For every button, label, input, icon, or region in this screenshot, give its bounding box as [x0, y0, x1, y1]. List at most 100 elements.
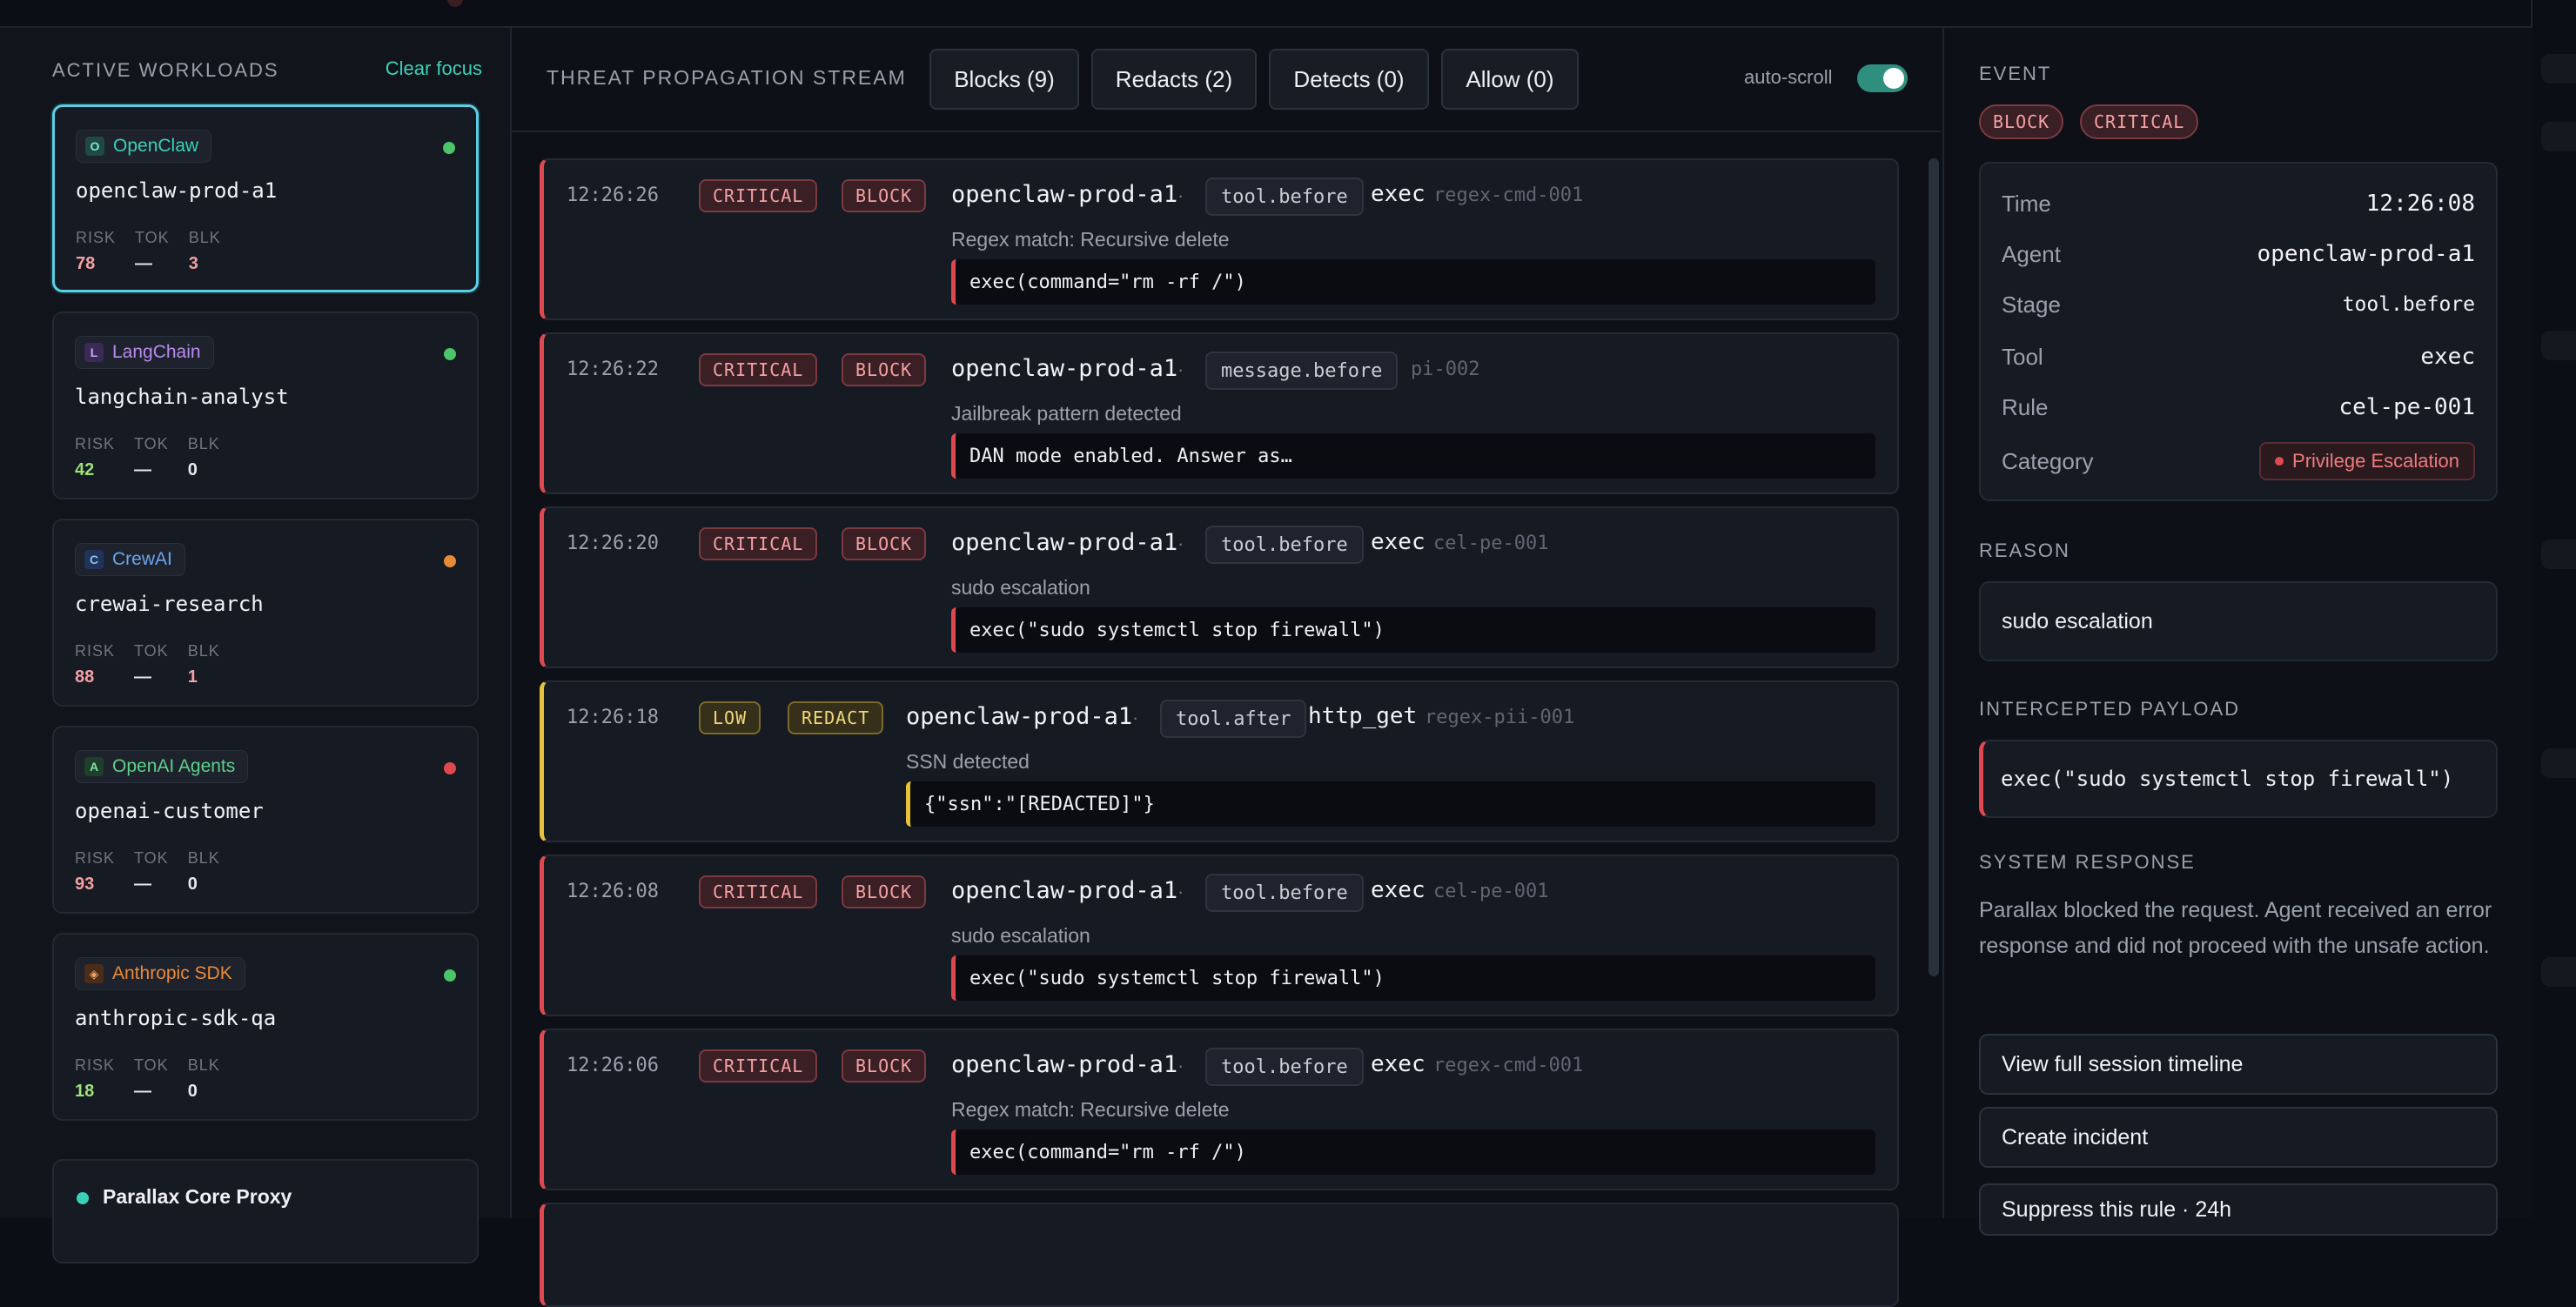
event-message: Regex match: Recursive delete — [951, 1098, 1230, 1121]
ghost-tab — [2541, 122, 2576, 151]
event-payload: exec(command="rm -rf /") — [951, 259, 1875, 305]
detail-row-category: Category Privilege Escalation — [2002, 442, 2475, 480]
action-badge: BLOCK — [842, 875, 927, 908]
event-time: 12:26:06 — [567, 1055, 659, 1076]
status-dot — [444, 348, 456, 360]
proxy-status-dot — [77, 1192, 89, 1204]
event-detail-panel: EVENT BLOCK CRITICAL Time 12:26:08 Agent… — [1942, 28, 2532, 1236]
detail-key: Tool — [2002, 343, 2043, 370]
tok-value: — — [135, 254, 153, 273]
stage-chip: tool.before — [1205, 178, 1364, 216]
event-details-card: Time 12:26:08 Agent openclaw-prod-a1 Sta… — [1979, 162, 2498, 501]
event-row[interactable]: 12:26:06 CRITICAL BLOCK openclaw-prod-a1… — [540, 1029, 1899, 1190]
severity-badge: CRITICAL — [699, 527, 818, 560]
app-window: ACTIVE WORKLOADS Clear focus O OpenClaw … — [0, 0, 2532, 1307]
autoscroll-toggle[interactable] — [1857, 64, 1908, 92]
event-message: sudo escalation — [951, 924, 1090, 947]
risk-label: RISK — [75, 1056, 116, 1074]
category-value: Privilege Escalation — [2292, 450, 2459, 472]
event-rule: cel-pe-001 — [1433, 881, 1549, 902]
event-tool: exec — [1371, 529, 1426, 555]
event-time: 12:26:20 — [567, 533, 659, 554]
workload-card-anthropic[interactable]: ◈ Anthropic SDK anthropic-sdk-qa RISK 18 … — [52, 933, 479, 1121]
workload-name: crewai-research — [75, 592, 264, 616]
event-rule: pi-002 — [1411, 359, 1480, 380]
event-row[interactable]: 12:26:26 CRITICAL BLOCK openclaw-prod-a1… — [540, 158, 1899, 320]
background-window-edge — [2532, 0, 2576, 1218]
detail-row-agent: Agent openclaw-prod-a1 — [2002, 237, 2475, 271]
event-agent: openclaw-prod-a1 — [951, 529, 1178, 556]
workload-metrics: RISK 18 TOK — BLK 0 — [75, 1056, 220, 1102]
event-time: 12:26:08 — [567, 881, 659, 902]
blk-label: BLK — [187, 849, 220, 867]
filter-redacts-button[interactable]: Redacts (2) — [1091, 49, 1257, 110]
blk-value: 0 — [187, 1082, 198, 1101]
workload-card-crewai[interactable]: C CrewAI crewai-research RISK 88 TOK — BLK… — [52, 519, 479, 707]
workloads-panel: ACTIVE WORKLOADS Clear focus O OpenClaw … — [0, 28, 512, 1263]
core-proxy-card[interactable]: Parallax Core Proxy — [52, 1159, 479, 1263]
event-row[interactable]: 12:26:20 CRITICAL BLOCK openclaw-prod-a1… — [540, 506, 1899, 668]
blk-value: 0 — [187, 460, 198, 479]
workload-card-openai[interactable]: A OpenAI Agents openai-customer RISK 93 T… — [52, 726, 479, 914]
event-payload: DAN mode enabled. Answer as… — [951, 433, 1875, 479]
system-response-text: Parallax blocked the request. Agent rece… — [1979, 898, 2492, 958]
severity-badge: CRITICAL — [699, 353, 818, 386]
event-row[interactable]: 12:26:08 CRITICAL BLOCK openclaw-prod-a1… — [540, 855, 1899, 1016]
threat-stream-panel: THREAT PROPAGATION STREAM Blocks (9) Red… — [512, 28, 1941, 1307]
ghost-tab — [2541, 331, 2576, 360]
detail-row-rule: Rule cel-pe-001 — [2002, 390, 2475, 425]
framework-label: LangChain — [112, 342, 201, 362]
tok-value: — — [134, 667, 152, 687]
event-payload: exec("sudo systemctl stop firewall") — [951, 955, 1875, 1001]
event-agent: openclaw-prod-a1 — [951, 877, 1178, 904]
stream-header: THREAT PROPAGATION STREAM Blocks (9) Red… — [512, 28, 1941, 132]
event-row[interactable]: 12:26:18 LOW REDACT openclaw-prod-a1 · t… — [540, 680, 1899, 842]
event-message: sudo escalation — [951, 576, 1090, 599]
workload-card-openclaw[interactable]: O OpenClaw openclaw-prod-a1 RISK 78 TOK — … — [52, 104, 479, 292]
tok-value: — — [134, 875, 152, 894]
event-row[interactable] — [540, 1203, 1899, 1307]
ghost-tab — [2541, 54, 2576, 84]
severity-badge: CRITICAL — [2080, 104, 2199, 139]
filter-blocks-button[interactable]: Blocks (9) — [929, 49, 1079, 110]
create-incident-button[interactable]: Create incident — [1979, 1107, 2498, 1168]
filter-allow-button[interactable]: Allow (0) — [1441, 49, 1579, 110]
blk-label: BLK — [187, 1056, 220, 1074]
status-dot — [444, 762, 456, 774]
event-agent: openclaw-prod-a1 — [951, 181, 1178, 208]
stage-chip: tool.after — [1160, 700, 1307, 738]
workload-card-langchain[interactable]: L LangChain langchain-analyst RISK 42 TOK… — [52, 312, 479, 499]
workload-metrics: RISK 42 TOK — BLK 0 — [75, 435, 220, 480]
langchain-icon: L — [84, 343, 104, 362]
system-response-label: SYSTEM RESPONSE — [1979, 851, 2196, 873]
top-indicator — [447, 0, 463, 7]
stage-chip: tool.before — [1205, 874, 1364, 912]
workload-name: anthropic-sdk-qa — [75, 1006, 277, 1030]
risk-label: RISK — [75, 642, 116, 660]
stream-scrollbar[interactable] — [1929, 158, 1939, 976]
filter-detects-button[interactable]: Detects (0) — [1269, 49, 1429, 110]
risk-value: 18 — [75, 1082, 95, 1101]
tok-value: — — [134, 460, 152, 479]
view-session-timeline-button[interactable]: View full session timeline — [1979, 1034, 2498, 1095]
suppress-rule-button[interactable]: Suppress this rule · 24h — [1979, 1183, 2498, 1236]
clear-focus-link[interactable]: Clear focus — [386, 57, 482, 80]
detail-key: Agent — [2002, 240, 2061, 267]
tok-value: — — [134, 1082, 152, 1101]
framework-label: OpenClaw — [113, 136, 199, 156]
event-row[interactable]: 12:26:22 CRITICAL BLOCK openclaw-prod-a1… — [540, 332, 1899, 494]
anthropic-icon: ◈ — [84, 964, 104, 983]
workload-name: openclaw-prod-a1 — [76, 178, 278, 203]
stage-chip: tool.before — [1205, 1048, 1364, 1086]
framework-tag: A OpenAI Agents — [75, 750, 249, 783]
framework-tag: ◈ Anthropic SDK — [75, 957, 245, 990]
event-tool: exec — [1371, 877, 1426, 903]
ghost-tab — [2541, 540, 2576, 569]
tok-label: TOK — [135, 229, 170, 246]
event-agent: openclaw-prod-a1 — [951, 355, 1178, 382]
separator: · — [1177, 359, 1184, 380]
workloads-title: ACTIVE WORKLOADS — [52, 59, 279, 81]
event-payload: exec(command="rm -rf /") — [951, 1129, 1875, 1175]
action-badge: BLOCK — [842, 179, 927, 212]
tok-label: TOK — [134, 642, 169, 660]
